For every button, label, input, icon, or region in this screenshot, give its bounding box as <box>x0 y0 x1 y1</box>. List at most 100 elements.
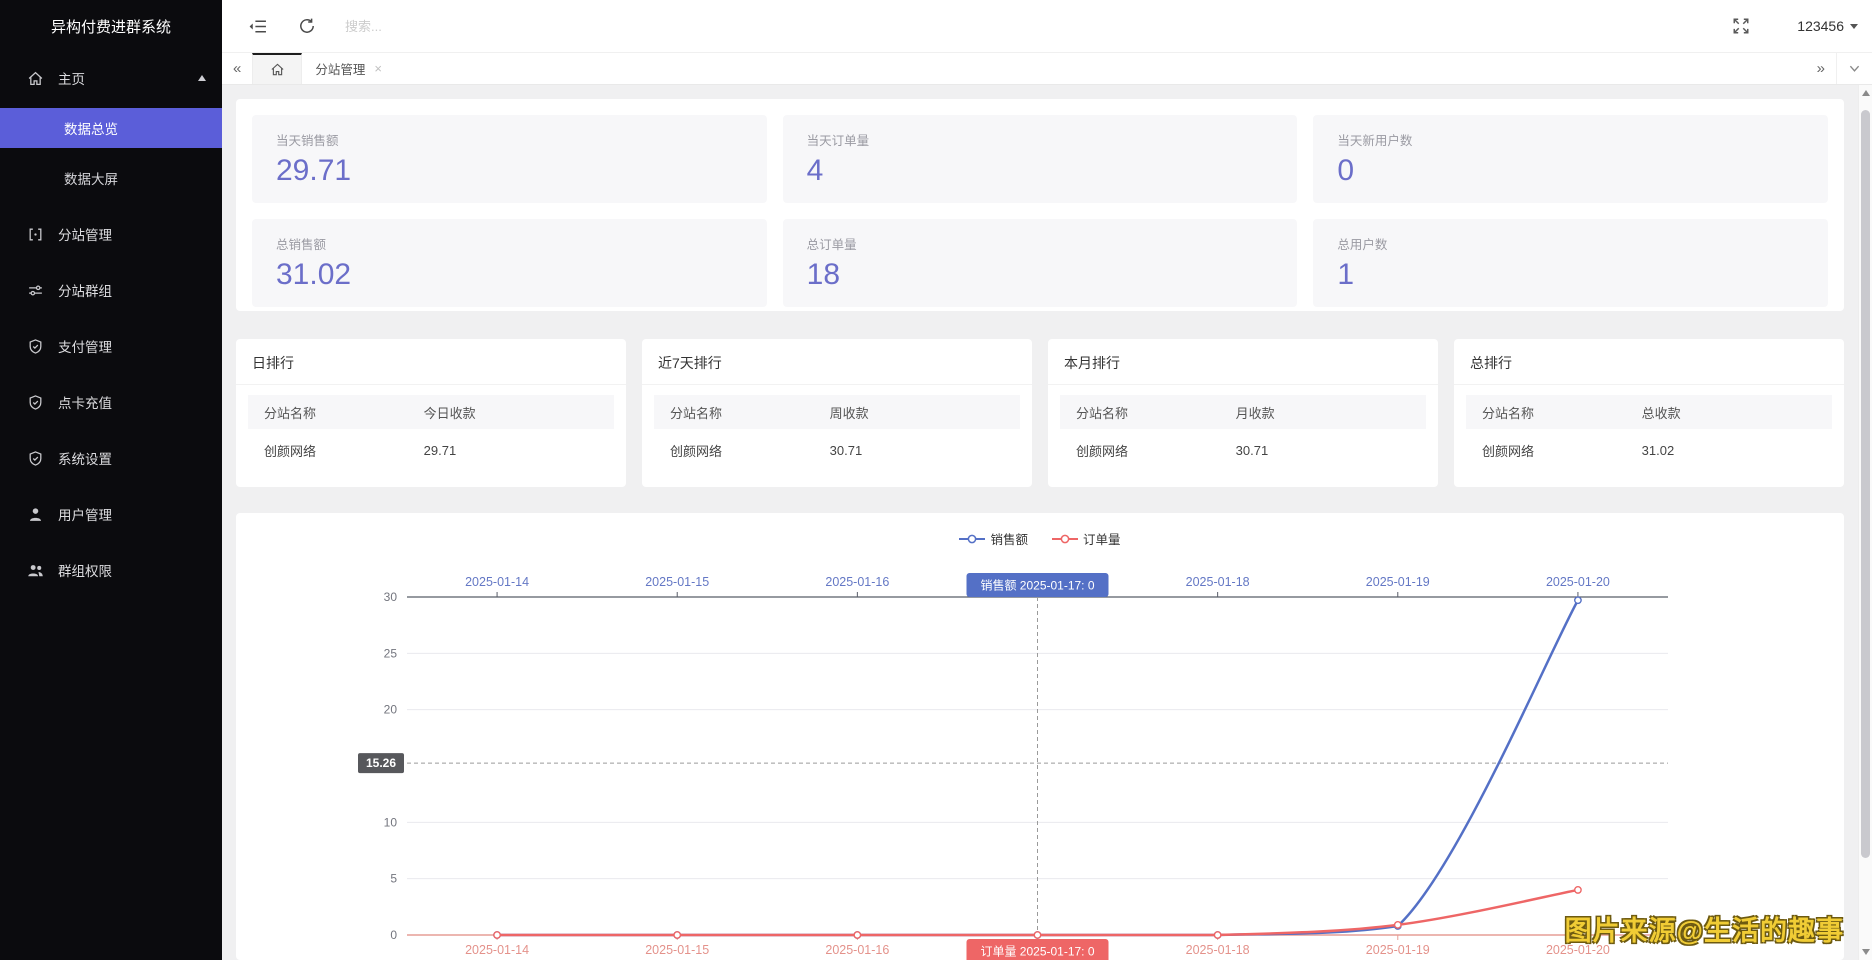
shield-check-icon <box>27 450 44 467</box>
amount: 29.71 <box>424 443 614 458</box>
line-chart[interactable]: 05102025302025-01-142025-01-142025-01-15… <box>236 513 1844 960</box>
sidebar-item-label: 点卡充值 <box>58 392 112 412</box>
rank-title: 总排行 <box>1454 339 1844 385</box>
sidebar-item-label: 数据总览 <box>64 118 118 138</box>
scroll-up-icon[interactable] <box>1862 90 1870 96</box>
svg-text:2025-01-14: 2025-01-14 <box>465 943 529 957</box>
tabbar: « 分站管理 × » <box>222 53 1872 85</box>
column-header: 今日收款 <box>424 403 614 422</box>
data-point <box>1395 922 1401 928</box>
svg-text:销售额 2025-01-17: 0: 销售额 2025-01-17: 0 <box>980 578 1094 593</box>
amount: 30.71 <box>1236 443 1426 458</box>
tab-home[interactable] <box>252 53 302 84</box>
main-content: 当天销售额 29.71 当天订单量 4 当天新用户数 0 总销售额 31.02 … <box>222 85 1872 960</box>
sidebar-item-label: 群组权限 <box>58 560 112 580</box>
chart-panel: 销售额 订单量 05102025302025-01-142025-01-1420… <box>236 513 1844 960</box>
svg-text:20: 20 <box>384 703 398 717</box>
data-point <box>674 932 680 938</box>
svg-text:2025-01-19: 2025-01-19 <box>1366 575 1430 589</box>
scrollbar-thumb[interactable] <box>1861 110 1870 858</box>
table-row: 创颜网络 30.71 <box>654 429 1020 471</box>
sidebar-item-label: 支付管理 <box>58 336 112 356</box>
table-header: 分站名称 总收款 <box>1466 395 1832 429</box>
stat-card-today-new-users: 当天新用户数 0 <box>1313 115 1828 203</box>
sidebar-item-site-manage[interactable]: 分站管理 <box>0 214 222 254</box>
rank-table: 分站名称 周收款 创颜网络 30.71 <box>654 395 1020 471</box>
tab-site-manage[interactable]: 分站管理 × <box>302 53 395 84</box>
sidebar: 异构付费进群系统 主页 数据总览 数据大屏 分站管理 <box>0 0 222 960</box>
legend-marker-icon <box>959 534 985 544</box>
sidebar-item-data-screen[interactable]: 数据大屏 <box>0 158 222 198</box>
sidebar-item-user-manage[interactable]: 用户管理 <box>0 494 222 534</box>
column-header: 总收款 <box>1642 403 1832 422</box>
tabs-scroll-right-icon[interactable]: » <box>1806 53 1836 84</box>
shield-check-icon <box>27 338 44 355</box>
vertical-scrollbar[interactable] <box>1858 85 1872 960</box>
amount: 31.02 <box>1642 443 1832 458</box>
svg-text:25: 25 <box>384 646 398 660</box>
stat-value: 18 <box>807 258 1274 292</box>
sidebar-item-group-permission[interactable]: 群组权限 <box>0 550 222 590</box>
sidebar-item-label: 分站管理 <box>58 224 112 244</box>
stat-label: 总销售额 <box>276 234 743 253</box>
svg-text:2025-01-15: 2025-01-15 <box>645 943 709 957</box>
app-title: 异构付费进群系统 <box>0 0 222 56</box>
stat-card-total-orders: 总订单量 18 <box>783 219 1298 307</box>
column-header: 分站名称 <box>1466 403 1642 422</box>
sidebar-item-payment[interactable]: 支付管理 <box>0 326 222 366</box>
chart-legend: 销售额 订单量 <box>236 529 1844 548</box>
legend-item-sales[interactable]: 销售额 <box>959 529 1028 548</box>
data-point <box>494 932 500 938</box>
legend-item-orders[interactable]: 订单量 <box>1052 529 1121 548</box>
refresh-icon[interactable] <box>298 17 316 35</box>
site-name: 创颜网络 <box>654 441 830 460</box>
sidebar-item-home[interactable]: 主页 <box>0 56 222 100</box>
column-header: 分站名称 <box>248 403 424 422</box>
data-point <box>1575 887 1581 893</box>
rank-table: 分站名称 月收款 创颜网络 30.71 <box>1060 395 1426 471</box>
table-header: 分站名称 月收款 <box>1060 395 1426 429</box>
sidebar-item-data-overview[interactable]: 数据总览 <box>0 108 222 148</box>
svg-text:0: 0 <box>390 928 397 942</box>
rank-title: 近7天排行 <box>642 339 1032 385</box>
site-name: 创颜网络 <box>1060 441 1236 460</box>
rank-table: 分站名称 总收款 创颜网络 31.02 <box>1466 395 1832 471</box>
tabs-scroll-left-icon[interactable]: « <box>222 53 252 84</box>
close-icon[interactable]: × <box>374 61 382 76</box>
site-name: 创颜网络 <box>248 441 424 460</box>
column-header: 分站名称 <box>1060 403 1236 422</box>
sidebar-item-label: 用户管理 <box>58 504 112 524</box>
watermark-text: 图片来源@生活的趣事 <box>1565 909 1844 948</box>
svg-text:2025-01-19: 2025-01-19 <box>1366 943 1430 957</box>
legend-label: 订单量 <box>1083 529 1121 548</box>
stat-label: 总订单量 <box>807 234 1274 253</box>
svg-text:30: 30 <box>384 590 398 604</box>
table-header: 分站名称 周收款 <box>654 395 1020 429</box>
scroll-down-icon[interactable] <box>1862 949 1870 955</box>
svg-text:2025-01-15: 2025-01-15 <box>645 575 709 589</box>
fullscreen-icon[interactable] <box>1732 17 1750 35</box>
sidebar-item-label: 分站群组 <box>58 280 112 300</box>
svg-text:2025-01-20: 2025-01-20 <box>1546 575 1610 589</box>
ranking-row: 日排行 分站名称 今日收款 创颜网络 29.71 近7天排行 分站名称 周收款 <box>236 339 1844 487</box>
stat-label: 当天销售额 <box>276 130 743 149</box>
rank-title: 日排行 <box>236 339 626 385</box>
menu-toggle-icon[interactable] <box>248 17 267 36</box>
svg-text:2025-01-18: 2025-01-18 <box>1186 943 1250 957</box>
table-row: 创颜网络 30.71 <box>1060 429 1426 471</box>
svg-text:订单量 2025-01-17: 0: 订单量 2025-01-17: 0 <box>980 945 1094 959</box>
tabs-menu-icon[interactable] <box>1836 53 1872 84</box>
search-input[interactable] <box>345 19 535 34</box>
sidebar-item-card-recharge[interactable]: 点卡充值 <box>0 382 222 422</box>
sidebar-item-system-settings[interactable]: 系统设置 <box>0 438 222 478</box>
topbar: 123456 <box>222 0 1872 53</box>
shield-check-icon <box>27 394 44 411</box>
legend-marker-icon <box>1052 534 1078 544</box>
rank-table: 分站名称 今日收款 创颜网络 29.71 <box>248 395 614 471</box>
user-icon <box>27 506 44 523</box>
user-dropdown[interactable]: 123456 <box>1797 18 1858 34</box>
svg-text:2025-01-16: 2025-01-16 <box>825 943 889 957</box>
sidebar-menu: 主页 数据总览 数据大屏 分站管理 分站群组 <box>0 56 222 590</box>
caret-up-icon <box>198 75 206 81</box>
sidebar-item-site-groups[interactable]: 分站群组 <box>0 270 222 310</box>
